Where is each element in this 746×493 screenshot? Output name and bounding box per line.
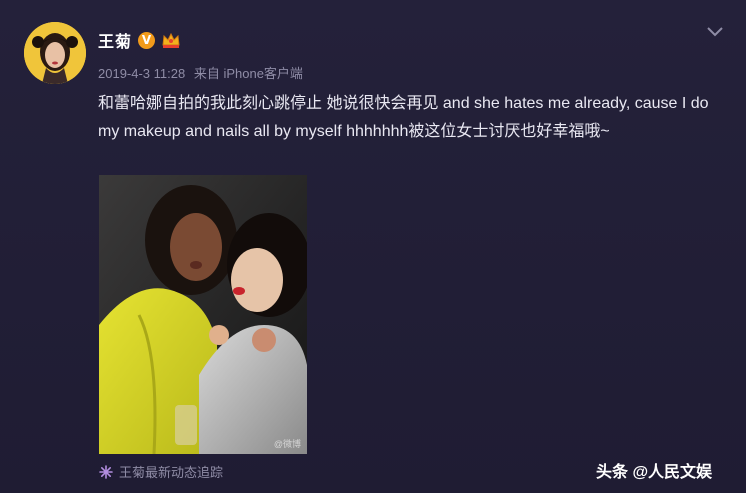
tracking-link-row[interactable]: 王菊最新动态追踪: [99, 462, 223, 481]
post-source: 来自 iPhone客户端: [193, 66, 303, 81]
user-avatar[interactable]: [24, 22, 86, 84]
chevron-down-icon[interactable]: [706, 26, 724, 38]
post-date[interactable]: 2019-4-3 11:28: [98, 66, 185, 81]
verified-badge: V: [138, 31, 156, 49]
crown-vip-icon: [162, 32, 180, 48]
post-text: 和蕾哈娜自拍的我此刻心跳停止 她说很快会再见 and she hates me …: [98, 95, 709, 140]
photo-watermark: @微博: [273, 439, 301, 449]
post-photo[interactable]: @微博: [99, 175, 307, 454]
post-card: 王菊 V 2019-4-3 11:28 来自 iPhone客户端 和蕾哈娜自拍的…: [0, 0, 746, 493]
user-header: 王菊 V: [98, 28, 181, 52]
sparkle-icon: [99, 464, 113, 479]
tracking-link[interactable]: 王菊最新动态追踪: [119, 462, 223, 481]
post-meta: 2019-4-3 11:28 来自 iPhone客户端: [98, 63, 303, 82]
brand-watermark: 头条 @人民文娱: [596, 464, 713, 481]
user-name[interactable]: 王菊: [98, 28, 132, 52]
